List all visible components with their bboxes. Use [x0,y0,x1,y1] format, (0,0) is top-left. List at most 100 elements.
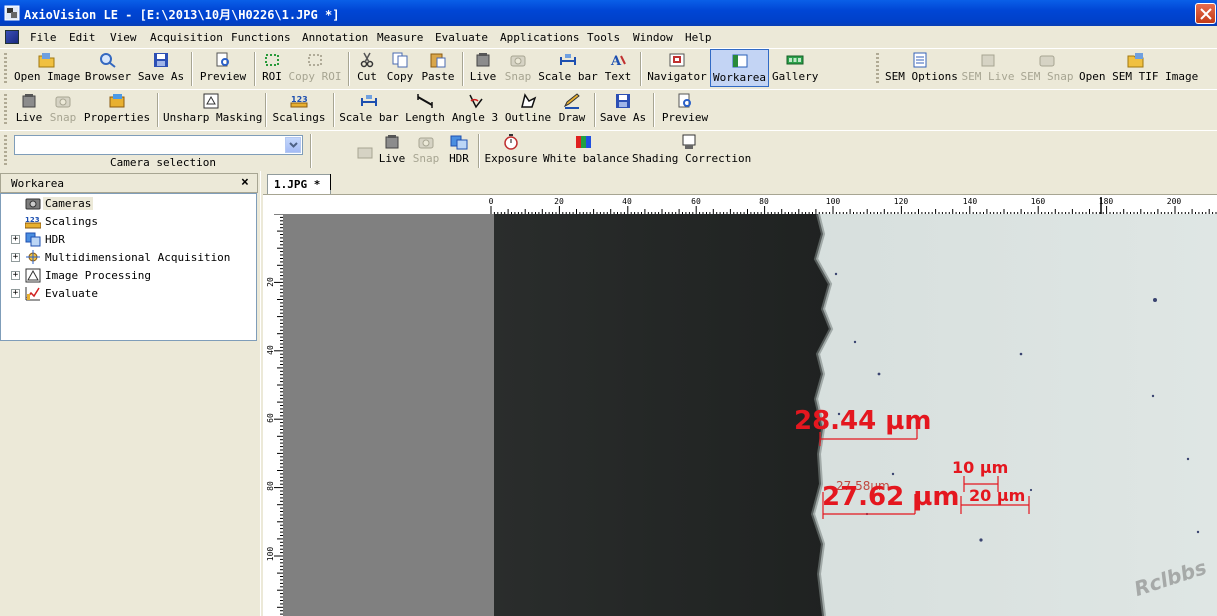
roi-button[interactable]: ROI [260,49,284,87]
save-as-button[interactable]: Save As [137,49,185,87]
ruler-top-label: 200 [1167,197,1182,206]
shading-correction-button[interactable]: Shading Correction [632,131,751,169]
tree-item-cameras[interactable]: Cameras [11,196,251,212]
expand-toggle[interactable]: + [11,235,20,244]
document-menu-icon[interactable] [5,30,19,44]
workarea-toggle-button[interactable]: Workarea [710,49,769,87]
scale-bar-icon [560,54,576,65]
image-canvas[interactable]: 28.44 µm 27.58µm 27.62 µm 10 µm 20 µm Rc… [283,214,1217,616]
ruler-left-label: 60 [266,413,275,423]
close-window-button[interactable] [1195,3,1216,24]
menu-edit[interactable]: Edit [69,31,96,44]
menu-file[interactable]: File [30,31,57,44]
toolbar-grip[interactable] [4,94,7,126]
close-panel-icon[interactable]: × [241,175,249,190]
toolbar-grip[interactable] [4,53,7,85]
properties-button[interactable]: Properties [83,90,151,128]
measurement-label-27-62[interactable]: 27.62 µm [822,482,960,512]
menu-annotation[interactable]: Annotation [302,31,368,44]
snap-button[interactable]: Snap [503,49,533,87]
menu-acquisition[interactable]: Acquisition [150,31,223,44]
vertical-ruler-ticks: 20 40 60 80 100 [266,214,283,615]
open-image-button[interactable]: Open Image [14,49,80,87]
toolbar-grip[interactable] [4,135,7,167]
chevron-down-icon [289,142,298,148]
preview-button-2[interactable]: Preview [660,90,710,128]
shading-correction-icon [682,134,696,149]
menu-evaluate[interactable]: Evaluate [435,31,488,44]
camera-selection-dropdown[interactable] [14,135,303,155]
toolbar-grip[interactable] [876,53,879,85]
separator [191,52,193,86]
open-sem-tif-icon [1127,53,1144,68]
hdr-icon [450,135,468,150]
live-button-3[interactable]: Live [377,131,407,169]
sem-snap-button[interactable]: SEM Snap [1020,49,1074,87]
draw-button[interactable]: Draw [556,90,588,128]
length-button[interactable]: Length [404,90,446,128]
image-processing-icon [25,268,41,283]
separator [594,93,596,127]
scale-bar-button[interactable]: Scale bar [538,49,598,87]
sem-live-button[interactable]: SEM Live [961,49,1015,87]
live-button-2[interactable]: Live [14,90,44,128]
main-toolbar: Open Image Browser Save As Preview ROI C… [0,48,1217,89]
copy-roi-button[interactable]: Copy ROI [288,49,342,87]
separator [333,93,335,127]
cut-button[interactable]: Cut [354,49,380,87]
measurement-label-20[interactable]: 20 µm [969,486,1025,505]
sem-options-button[interactable]: SEM Options [885,49,958,87]
expand-toggle[interactable]: + [11,253,20,262]
live-button[interactable]: Live [468,49,498,87]
tree-item-multidimensional-acquisition[interactable]: + Multidimensional Acquisition [11,250,251,266]
navigator-button[interactable]: Navigator [647,49,707,87]
menu-tools[interactable]: Tools [587,31,620,44]
tree-item-image-processing[interactable]: + Image Processing [11,268,251,284]
outline-button[interactable]: Outline [504,90,552,128]
ruler-top-label: 120 [894,197,909,206]
preview-button[interactable]: Preview [198,49,248,87]
tree-item-scalings[interactable]: 123 Scalings [11,214,251,230]
scalings-icon: 123 [290,95,308,108]
scalings-button[interactable]: 123 Scalings [271,90,327,128]
copy-button[interactable]: Copy [384,49,416,87]
scale-bar-button-2[interactable]: Scale bar [339,90,399,128]
measurement-label-28-44[interactable]: 28.44 µm [794,406,932,436]
menu-functions[interactable]: Functions [231,31,291,44]
camera-snap-icon [55,96,71,108]
expand-toggle[interactable]: + [11,271,20,280]
text-button[interactable]: A Text [603,49,633,87]
unsharp-masking-button[interactable]: Unsharp Masking [163,90,262,128]
document-tab[interactable]: 1.JPG * [267,174,331,194]
menu-measure[interactable]: Measure [377,31,423,44]
ruler-top-label: 60 [691,197,701,206]
separator [254,52,256,86]
exposure-button[interactable]: Exposure [484,131,538,169]
tree-item-evaluate[interactable]: + Evaluate [11,286,251,302]
gallery-button[interactable]: Gallery [772,49,818,87]
menu-help[interactable]: Help [685,31,712,44]
menu-applications[interactable]: Applications [500,31,579,44]
separator [310,134,312,168]
snap-button-2[interactable]: Snap [48,90,78,128]
tree-item-hdr[interactable]: + HDR [11,232,251,248]
angle3-button[interactable]: Angle 3 [451,90,499,128]
print-preview-icon [216,52,229,67]
expand-toggle[interactable]: + [11,289,20,298]
svg-text:A: A [610,54,622,68]
navigator-icon [669,53,685,67]
menu-window[interactable]: Window [633,31,673,44]
ruler-left-label: 20 [266,277,275,287]
open-sem-tif-button[interactable]: Open SEM TIF Image [1079,49,1198,87]
hdr-button[interactable]: HDR [446,131,472,169]
snap-button-3[interactable]: Snap [411,131,441,169]
paste-button[interactable]: Paste [420,49,456,87]
menu-view[interactable]: View [110,31,137,44]
save-as-button-2[interactable]: Save As [599,90,647,128]
camera-properties-icon [357,147,373,159]
measurement-label-10[interactable]: 10 µm [952,458,1008,477]
dropdown-arrow[interactable] [285,137,301,153]
browser-button[interactable]: Browser [84,49,132,87]
white-balance-button[interactable]: White balance [543,131,629,169]
ruler-top-label: 140 [963,197,978,206]
